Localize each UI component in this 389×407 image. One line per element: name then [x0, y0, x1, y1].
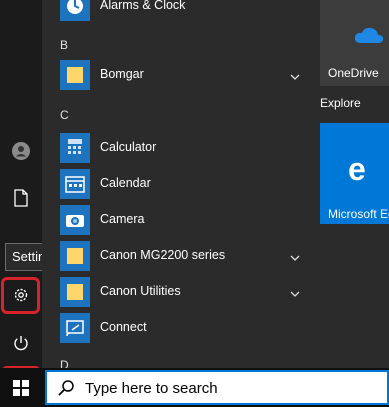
group-letter[interactable]: B — [60, 38, 68, 52]
tile-edge[interactable]: e Microsoft Edge — [320, 123, 389, 224]
app-name: Connect — [100, 320, 147, 334]
chevron-down-icon[interactable] — [290, 69, 300, 80]
power-icon[interactable] — [0, 325, 42, 361]
app-name: Calendar — [100, 176, 151, 190]
chevron-down-icon[interactable] — [290, 286, 300, 297]
alarms-clock-icon — [60, 0, 90, 21]
edge-icon: e — [348, 151, 366, 187]
windows-icon — [13, 379, 29, 396]
search-icon — [58, 380, 74, 396]
app-camera[interactable]: Camera — [58, 202, 308, 238]
app-list: Alarms & Clock B Bomgar C Calculator Cal… — [42, 0, 314, 372]
calendar-icon — [60, 169, 90, 199]
folder-icon — [60, 277, 90, 307]
app-name: Calculator — [100, 140, 157, 154]
tile-group-header: Explore — [320, 96, 361, 110]
app-calculator[interactable]: Calculator — [58, 130, 308, 166]
app-name: Alarms & Clock — [100, 0, 186, 12]
tile-label: OneDrive — [328, 66, 379, 80]
app-bomgar[interactable]: Bomgar — [58, 57, 308, 93]
start-button[interactable] — [0, 368, 42, 407]
camera-icon — [60, 205, 90, 235]
cloud-icon — [354, 27, 384, 43]
app-name: Canon Utilities — [100, 284, 181, 298]
calculator-icon — [60, 133, 90, 163]
app-canon-utilities[interactable]: Canon Utilities — [58, 274, 308, 310]
app-calendar[interactable]: Calendar — [58, 166, 308, 202]
app-connect[interactable]: Connect — [58, 310, 308, 346]
tile-label: Microsoft Edge — [328, 207, 389, 221]
document-icon[interactable] — [0, 180, 42, 216]
chevron-down-icon[interactable] — [290, 250, 300, 261]
settings-highlight — [1, 277, 40, 314]
tile-onedrive[interactable]: OneDrive — [320, 0, 389, 86]
group-letter[interactable]: C — [60, 108, 69, 122]
app-name: Camera — [100, 212, 145, 226]
search-box[interactable]: Type here to search — [45, 370, 389, 405]
folder-icon — [60, 60, 90, 90]
connect-icon — [60, 313, 90, 343]
search-placeholder: Type here to search — [85, 380, 218, 397]
app-name: Canon MG2200 series — [100, 248, 226, 262]
app-alarms-clock[interactable]: Alarms & Clock — [58, 0, 308, 24]
user-icon[interactable] — [0, 133, 42, 169]
app-name: Bomgar — [100, 67, 144, 81]
app-canon-mg2200[interactable]: Canon MG2200 series — [58, 238, 308, 274]
folder-icon — [60, 241, 90, 271]
